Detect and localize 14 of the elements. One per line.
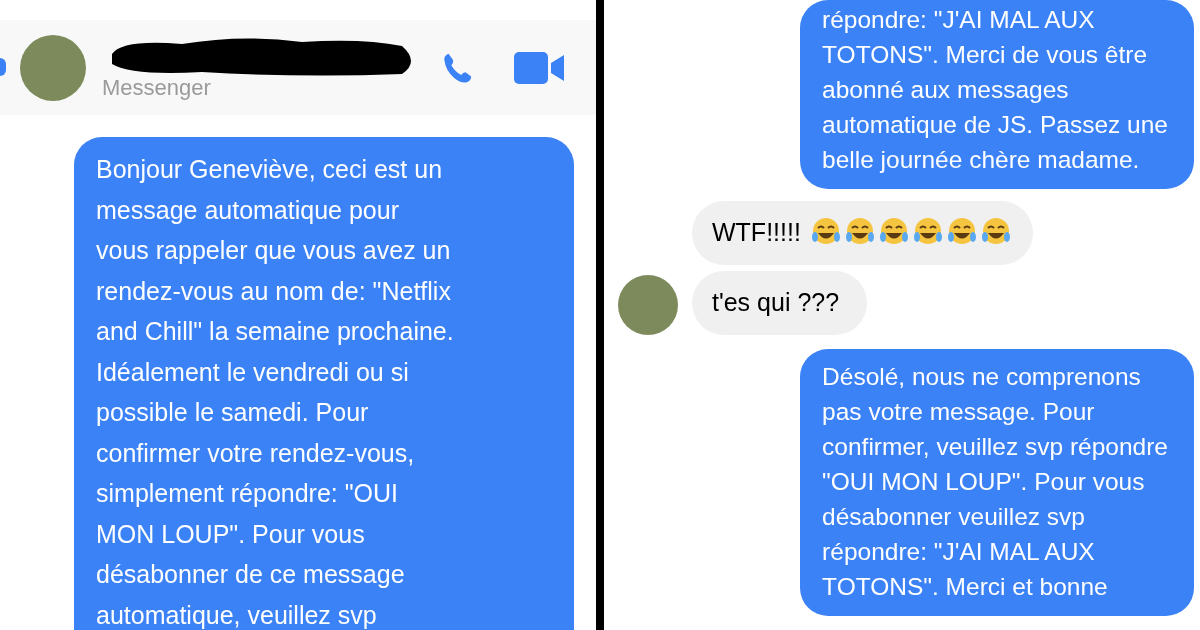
message-bubble: Bonjour Geneviève, ceci est un message automatique pour vous rappeler que vous avez un rendez-vous au nom de: "Netflix and Chill" la semaine prochaine. Idéalement le vendredi ou si possible le samedi. Pour confirmer votre rendez-vous, simplement répondre: "OUI MON LOUP". Pour vous désabonner de ce message automatique, veuillez svp [74,137,574,630]
message-bubble: t'es qui ??? [692,271,868,335]
laughing-face-icon [980,217,1011,247]
laughing-face-icon [844,217,875,247]
messenger-label: Messenger [102,75,212,101]
message-bubble: WTF!!!!! [692,201,1033,265]
laughing-face-icon [946,217,977,247]
avatar-photo-placeholder [618,275,678,335]
laughing-face-icon [912,217,943,247]
message-bubble: répondre: "J'AI MAL AUX TOTONS". Merci de vous être abonné aux messages automatique de JS. Passez une belle journée chère madame. [800,0,1194,189]
laughing-face-icon [810,217,841,247]
video-camera-icon[interactable] [514,49,564,86]
message-bubble: Désolé, nous ne comprenons pas votre message. Pour confirmer, veuillez svp répondre "OUI MON LOUP". Pour vous désabonner veuillez svp répondre: "J'AI MAL AUX TOTONS". Merci et bonne [800,349,1194,616]
laughing-face-icon [878,217,909,247]
